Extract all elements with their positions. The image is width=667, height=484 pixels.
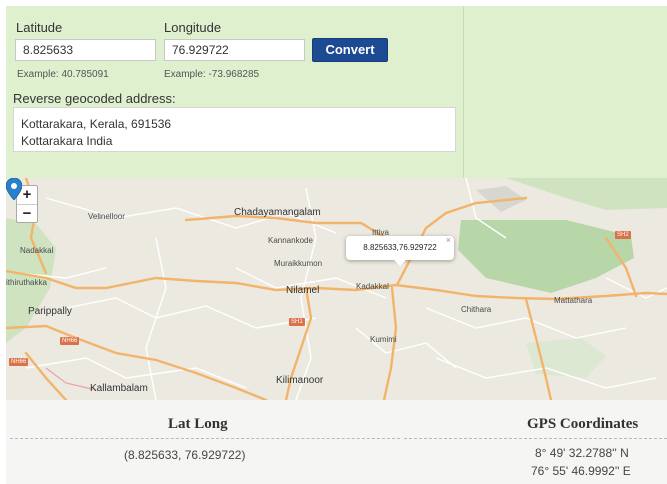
map-marker-icon[interactable] bbox=[6, 178, 22, 200]
place-label: Kallambalam bbox=[90, 383, 148, 394]
latitude-label: Latitude bbox=[16, 20, 63, 35]
address-line-2: Kottarakara India bbox=[21, 134, 113, 148]
longitude-input[interactable] bbox=[164, 39, 305, 61]
place-label: Mattathara bbox=[554, 296, 593, 305]
place-label: Parippally bbox=[28, 306, 72, 317]
popup-tip bbox=[394, 260, 406, 266]
place-label: Chithara bbox=[461, 305, 492, 314]
road-shield: SH2 bbox=[615, 231, 631, 239]
place-label: ithiruthakka bbox=[6, 278, 47, 287]
gps-latitude-value: 8° 49' 32.2788'' N bbox=[535, 446, 629, 460]
road-shield: SH1 bbox=[289, 318, 305, 326]
address-output: Kottarakara, Kerala, 691536 Kottarakara … bbox=[13, 107, 456, 152]
place-label: Chadayamangalam bbox=[234, 207, 321, 218]
forest-area bbox=[458, 220, 634, 293]
zoom-out-button[interactable]: − bbox=[17, 205, 37, 223]
road-shield: NH66 bbox=[60, 337, 80, 345]
header-divider bbox=[404, 438, 667, 439]
reverse-geocoded-label: Reverse geocoded address: bbox=[13, 91, 176, 106]
place-label: Kadakkal bbox=[356, 282, 389, 291]
gps-longitude-value: 76° 55' 46.9992'' E bbox=[531, 464, 631, 478]
header-divider bbox=[10, 438, 400, 439]
place-label: Kannankode bbox=[268, 236, 313, 245]
latitude-example: Example: 40.785091 bbox=[17, 69, 109, 80]
column-header-latlong: Lat Long bbox=[168, 416, 228, 432]
place-label: Nilamel bbox=[286, 285, 320, 296]
latitude-input[interactable] bbox=[15, 39, 156, 61]
place-label: Kumimi bbox=[370, 335, 397, 344]
convert-button[interactable]: Convert bbox=[312, 38, 388, 62]
marker-popup: 8.825633,76.929722 × bbox=[346, 235, 454, 266]
place-label: Kilimanoor bbox=[276, 375, 324, 386]
map-view[interactable]: + − Velinelloor Chadayamangalam Ittiva K… bbox=[6, 178, 667, 400]
latlong-value: (8.825633, 76.929722) bbox=[124, 448, 246, 462]
results-table: Lat Long GPS Coordinates (8.825633, 76.9… bbox=[6, 400, 667, 484]
popup-coordinates: 8.825633,76.929722 bbox=[363, 243, 437, 252]
road-shield: NH66 bbox=[9, 358, 29, 366]
popup-close-icon[interactable]: × bbox=[446, 228, 451, 252]
column-header-gps: GPS Coordinates bbox=[527, 416, 639, 432]
place-label: Nadakkal bbox=[20, 246, 54, 255]
side-panel bbox=[463, 6, 667, 178]
address-line-1: Kottarakara, Kerala, 691536 bbox=[21, 117, 172, 131]
place-label: Muraikkumon bbox=[274, 259, 323, 268]
longitude-example: Example: -73.968285 bbox=[164, 69, 260, 80]
longitude-label: Longitude bbox=[164, 20, 222, 35]
forest-area-north bbox=[506, 178, 667, 210]
place-label: Velinelloor bbox=[88, 212, 125, 221]
converter-form: Latitude Example: 40.785091 Longitude Ex… bbox=[6, 6, 463, 178]
